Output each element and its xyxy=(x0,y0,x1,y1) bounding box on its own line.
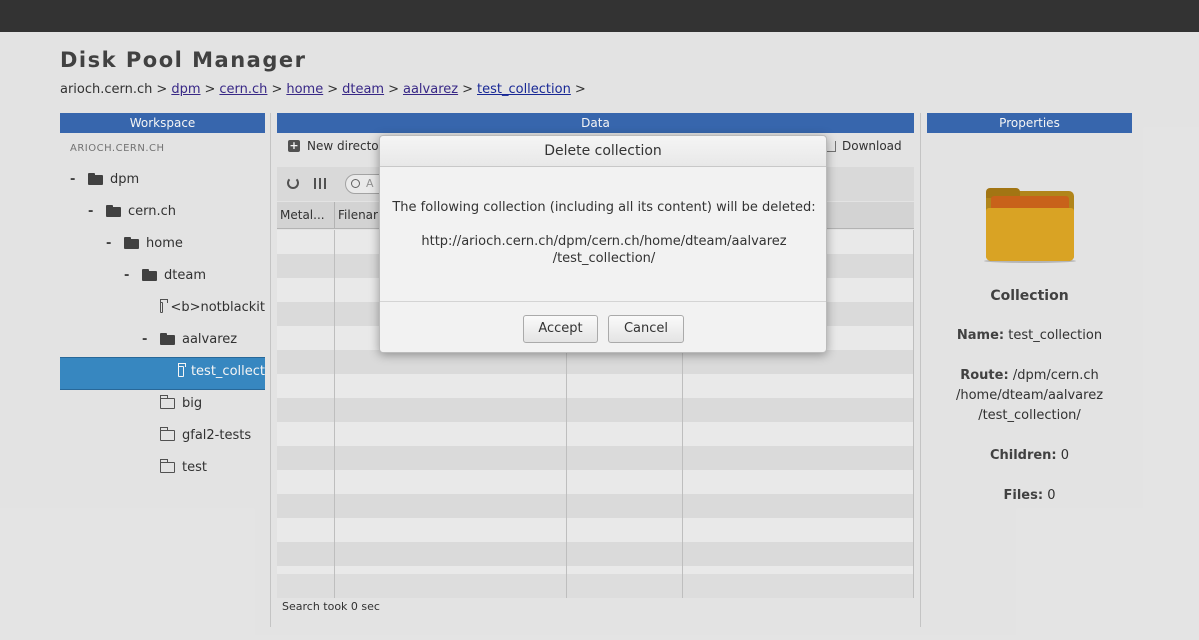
accept-button[interactable]: Accept xyxy=(523,315,598,343)
dialog-title: Delete collection xyxy=(380,136,826,167)
delete-collection-dialog: Delete collection The following collecti… xyxy=(379,135,827,353)
dialog-path: http://arioch.cern.ch/dpm/cern.ch/home/d… xyxy=(380,233,828,267)
dialog-message: The following collection (including all … xyxy=(392,200,816,215)
dialog-footer-divider xyxy=(380,301,826,302)
dialog-path-line: http://arioch.cern.ch/dpm/cern.ch/home/d… xyxy=(421,234,787,249)
top-bar xyxy=(0,0,1199,32)
cancel-button[interactable]: Cancel xyxy=(608,315,684,343)
dialog-path-line: /test_collection/ xyxy=(552,251,656,266)
